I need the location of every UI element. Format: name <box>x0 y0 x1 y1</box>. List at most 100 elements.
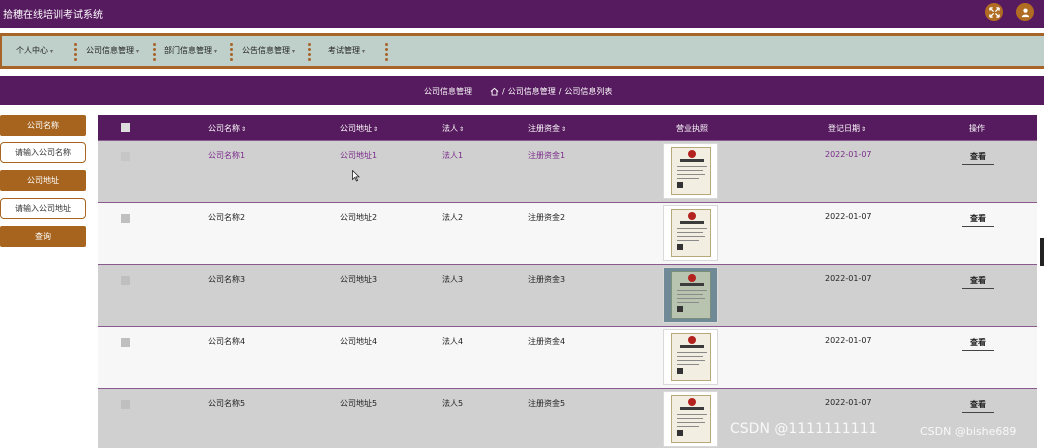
business-license-image[interactable] <box>663 267 718 323</box>
cell-registered-capital: 注册资金4 <box>528 337 566 346</box>
cell-registration-date: 2022-01-07 <box>825 336 872 345</box>
column-header-company-name[interactable]: 公司名称⇕ <box>208 123 246 134</box>
column-header-label: 公司地址 <box>340 124 372 133</box>
sort-icon: ⇕ <box>241 126 247 133</box>
business-license-image[interactable] <box>663 391 718 447</box>
table-header: 公司名称⇕ 公司地址⇕ 法人⇕ 注册资金⇕ 营业执照 登记日期⇕ 操作 <box>98 115 1037 140</box>
view-button[interactable]: 查看 <box>962 151 994 165</box>
row-checkbox[interactable] <box>121 400 130 409</box>
cell-legal-person: 法人1 <box>442 151 464 160</box>
table-row: 公司名称1 公司地址1 法人1 注册资金1 2022-01-07 查看 <box>98 140 1037 202</box>
nav-divider <box>385 43 388 61</box>
row-checkbox[interactable] <box>121 214 130 223</box>
cell-company-address: 公司地址5 <box>340 399 378 408</box>
nav-item-department-management[interactable]: 部门信息管理 ▾ <box>164 45 217 56</box>
mouse-cursor-icon <box>352 170 360 182</box>
column-header-legal-person[interactable]: 法人⇕ <box>442 123 464 134</box>
column-header-label: 注册资金 <box>528 124 560 133</box>
cell-legal-person: 法人2 <box>442 213 464 222</box>
user-avatar-icon[interactable] <box>1016 3 1034 21</box>
breadcrumb-level2: 公司信息列表 <box>564 87 613 96</box>
cell-legal-person: 法人3 <box>442 275 464 284</box>
cell-company-name: 公司名称5 <box>208 399 246 408</box>
page-title: 公司信息管理 <box>424 87 472 96</box>
nav-divider <box>153 43 156 61</box>
sort-icon: ⇕ <box>861 126 867 133</box>
column-header-label: 法人 <box>442 124 458 133</box>
nav-item-label: 公司信息管理 <box>86 46 134 55</box>
row-checkbox[interactable] <box>121 152 130 161</box>
company-name-label: 公司名称 <box>0 115 86 136</box>
table-row: 公司名称2 公司地址2 法人2 注册资金2 2022-01-07 查看 <box>98 202 1037 264</box>
company-address-label: 公司地址 <box>0 170 86 191</box>
caret-down-icon: ▾ <box>214 48 218 55</box>
main-nav: 个人中心 ▾ 公司信息管理 ▾ 部门信息管理 ▾ 公告信息管理 ▾ 考试管理 ▾ <box>0 33 1044 69</box>
view-button[interactable]: 查看 <box>962 399 994 413</box>
nav-item-exam-management[interactable]: 考试管理 ▾ <box>328 45 365 56</box>
sort-icon: ⇕ <box>373 126 379 133</box>
certificate-thumbnail <box>670 271 711 319</box>
column-header-registered-capital[interactable]: 注册资金⇕ <box>528 123 566 134</box>
nav-item-company-management[interactable]: 公司信息管理 ▾ <box>86 45 139 56</box>
nav-item-label: 部门信息管理 <box>164 46 212 55</box>
breadcrumb-bar: 公司信息管理 / 公司信息管理 / 公司信息列表 <box>0 76 1044 105</box>
cell-company-address: 公司地址4 <box>340 337 378 346</box>
app-title: 拾穗在线培训考试系统 <box>3 10 103 21</box>
breadcrumb-level1[interactable]: 公司信息管理 <box>508 86 556 97</box>
view-button[interactable]: 查看 <box>962 337 994 351</box>
cell-registered-capital: 注册资金5 <box>528 399 566 408</box>
query-button[interactable]: 查询 <box>0 226 86 247</box>
column-header-label: 公司名称 <box>208 124 240 133</box>
caret-down-icon: ▾ <box>136 48 140 55</box>
table-row: 公司名称4 公司地址4 法人4 注册资金4 2022-01-07 查看 <box>98 326 1037 388</box>
column-header-company-address[interactable]: 公司地址⇕ <box>340 123 378 134</box>
caret-down-icon: ▾ <box>292 48 296 55</box>
column-header-registration-date[interactable]: 登记日期⇕ <box>828 123 866 134</box>
cell-registered-capital: 注册资金1 <box>528 151 566 160</box>
certificate-thumbnail <box>670 395 711 443</box>
certificate-thumbnail <box>670 147 711 195</box>
table-row: 公司名称5 公司地址5 法人5 注册资金5 2022-01-07 查看 <box>98 388 1037 448</box>
company-address-input[interactable] <box>0 198 86 219</box>
cell-company-name: 公司名称2 <box>208 213 246 222</box>
view-button[interactable]: 查看 <box>962 275 994 289</box>
breadcrumb-separator: / <box>502 87 505 96</box>
sort-icon: ⇕ <box>459 126 465 133</box>
cell-legal-person: 法人5 <box>442 399 464 408</box>
scrollbar-thumb[interactable] <box>1040 238 1044 266</box>
cell-registration-date: 2022-01-07 <box>825 274 872 283</box>
column-header-actions: 操作 <box>969 124 985 133</box>
certificate-thumbnail <box>670 333 711 381</box>
nav-item-label: 公告信息管理 <box>242 46 290 55</box>
certificate-thumbnail <box>670 209 711 257</box>
nav-item-label: 考试管理 <box>328 46 360 55</box>
column-header-label: 登记日期 <box>828 124 860 133</box>
home-icon[interactable] <box>490 87 499 96</box>
cell-company-name: 公司名称4 <box>208 337 246 346</box>
cell-registration-date: 2022-01-07 <box>825 212 872 221</box>
row-checkbox[interactable] <box>121 338 130 347</box>
breadcrumb-separator: / <box>558 87 562 96</box>
business-license-image[interactable] <box>663 205 718 261</box>
caret-down-icon: ▾ <box>362 48 366 55</box>
business-license-image[interactable] <box>663 143 718 199</box>
breadcrumb: / 公司信息管理 / 公司信息列表 <box>490 86 612 97</box>
cell-company-name: 公司名称1 <box>208 151 246 160</box>
nav-item-personal-center[interactable]: 个人中心 ▾ <box>16 45 53 56</box>
sort-icon: ⇕ <box>561 126 567 133</box>
top-bar: 拾穗在线培训考试系统 <box>0 0 1044 28</box>
select-all-checkbox[interactable] <box>121 123 130 132</box>
business-license-image[interactable] <box>663 329 718 385</box>
company-table: 公司名称⇕ 公司地址⇕ 法人⇕ 注册资金⇕ 营业执照 登记日期⇕ 操作 公司名称… <box>98 115 1037 448</box>
company-name-input[interactable] <box>0 142 86 163</box>
table-row: 公司名称3 公司地址3 法人3 注册资金3 2022-01-07 查看 <box>98 264 1037 326</box>
nav-item-announcement-management[interactable]: 公告信息管理 ▾ <box>242 45 295 56</box>
cell-registered-capital: 注册资金2 <box>528 213 566 222</box>
view-button[interactable]: 查看 <box>962 213 994 227</box>
cell-registered-capital: 注册资金3 <box>528 275 566 284</box>
cell-registration-date: 2022-01-07 <box>825 398 872 407</box>
row-checkbox[interactable] <box>121 276 130 285</box>
cell-company-address: 公司地址3 <box>340 275 378 284</box>
fullscreen-icon[interactable] <box>985 3 1003 21</box>
column-header-business-license: 营业执照 <box>676 124 708 133</box>
